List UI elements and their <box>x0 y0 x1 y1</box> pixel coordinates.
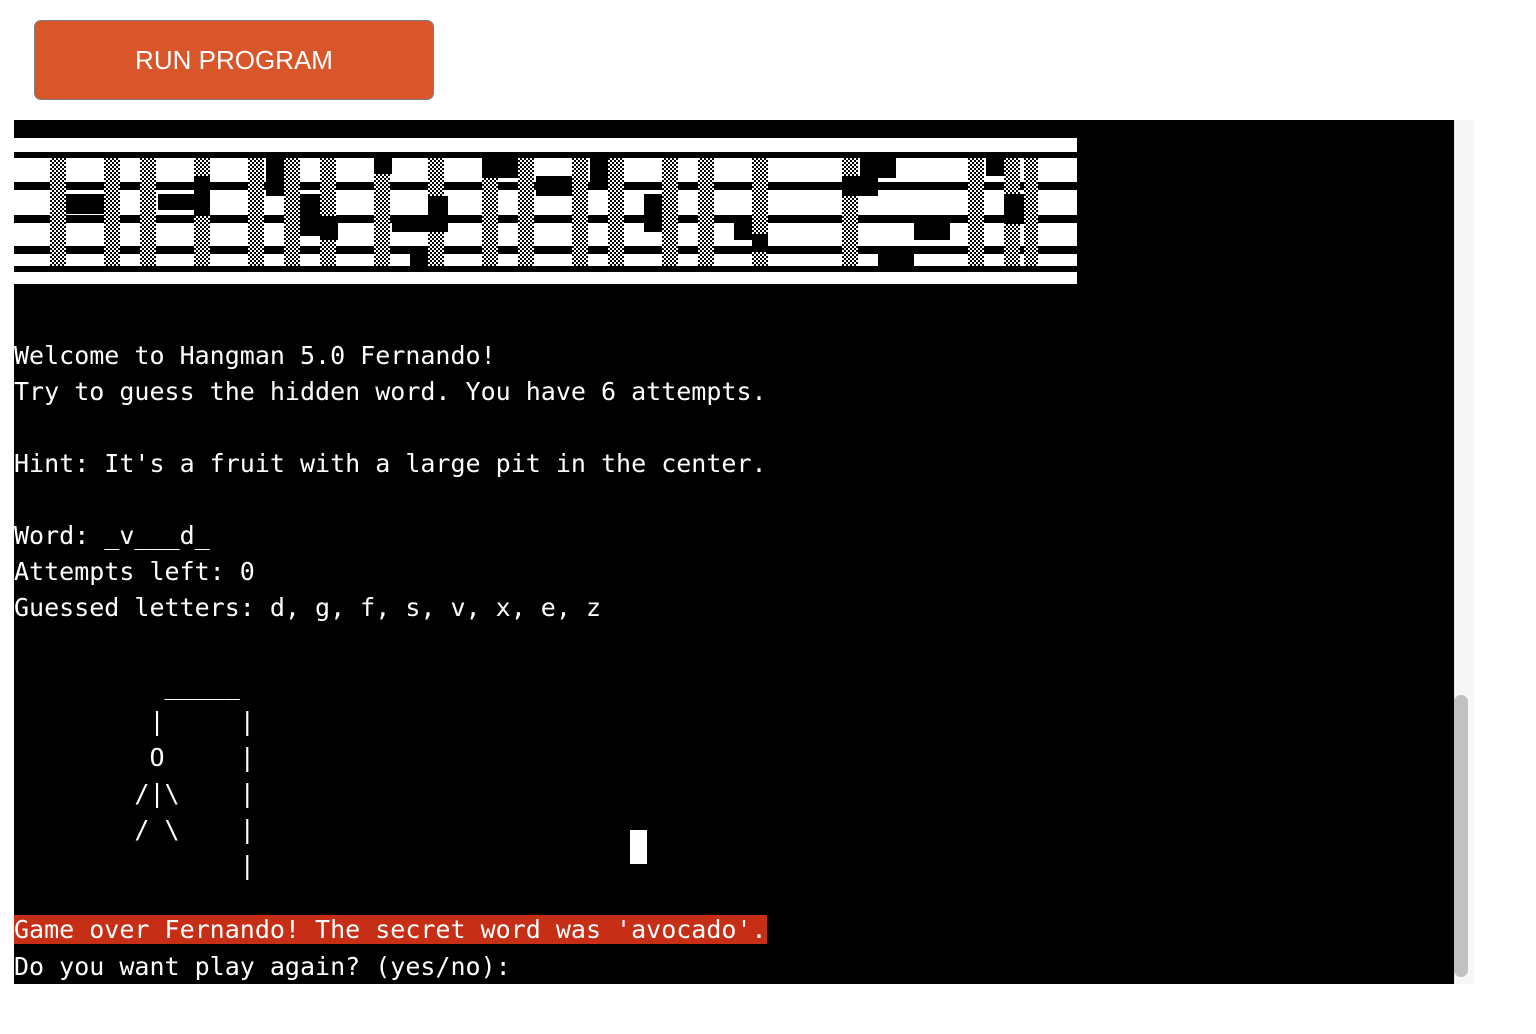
banner-block <box>644 194 662 232</box>
banner-column <box>140 158 156 266</box>
banner-block <box>428 196 448 232</box>
banner-column <box>842 158 858 266</box>
welcome-line: Welcome to Hangman 5.0 Fernando! <box>14 341 496 370</box>
banner-block <box>320 216 338 240</box>
banner-block <box>158 194 194 210</box>
banner-column <box>608 158 624 266</box>
banner-block <box>752 234 768 252</box>
banner-band <box>14 152 1077 158</box>
banner-column <box>248 158 264 266</box>
banner-block <box>194 176 210 216</box>
guessed-letters-line: Guessed letters: d, g, f, s, v, x, e, z <box>14 593 601 622</box>
game-over-highlight: Game over Fernando! The secret word was … <box>14 915 767 944</box>
run-program-button[interactable]: RUN PROGRAM <box>34 20 434 100</box>
banner-block <box>300 194 320 236</box>
banner-block <box>590 158 608 182</box>
gallows-line: / \ | <box>14 815 255 844</box>
banner-block <box>410 248 428 266</box>
hint-line: Hint: It's a fruit with a large pit in t… <box>14 449 767 478</box>
scrollbar-thumb[interactable] <box>1454 695 1468 977</box>
banner-column <box>374 158 390 266</box>
gallows-line: | <box>14 851 255 880</box>
hangman-banner <box>14 138 1077 284</box>
attempts-line: Attempts left: 0 <box>14 557 255 586</box>
gallows-line: _____ <box>14 671 240 700</box>
banner-column <box>572 158 588 266</box>
terminal-cursor[interactable] <box>630 830 647 864</box>
banner-column <box>50 158 66 266</box>
banner-column <box>284 158 300 266</box>
banner-block <box>986 158 1004 176</box>
banner-column <box>662 158 678 266</box>
banner-column <box>518 158 534 266</box>
banner-block <box>914 216 950 240</box>
gallows-line: /|\ | <box>14 779 255 808</box>
banner-block <box>482 158 518 178</box>
gallows-line: | | <box>14 707 255 736</box>
banner-block <box>266 158 284 196</box>
word-line: Word: _v___d_ <box>14 521 210 550</box>
banner-block <box>374 158 392 174</box>
banner-block <box>734 216 752 240</box>
banner-block <box>392 216 428 232</box>
play-again-prompt[interactable]: Do you want play again? (yes/no): <box>14 949 526 984</box>
banner-column <box>968 158 984 266</box>
banner-block <box>536 176 572 196</box>
terminal-output[interactable]: Welcome to Hangman 5.0 Fernando! Try to … <box>14 120 1454 984</box>
game-over-line: Game over Fernando! The secret word was … <box>14 912 767 948</box>
banner-block <box>842 176 878 196</box>
banner-band <box>14 266 1077 272</box>
banner-block <box>1004 194 1024 224</box>
banner-column <box>104 158 120 266</box>
banner-block <box>66 194 104 214</box>
banner-band <box>14 246 1077 254</box>
banner-column <box>698 158 714 266</box>
banner-column <box>320 158 336 266</box>
gallows-line: O | <box>14 743 255 772</box>
banner-block <box>878 248 914 266</box>
banner-column <box>1024 158 1038 266</box>
instructions-line: Try to guess the hidden word. You have 6… <box>14 377 767 406</box>
banner-block <box>860 158 896 178</box>
